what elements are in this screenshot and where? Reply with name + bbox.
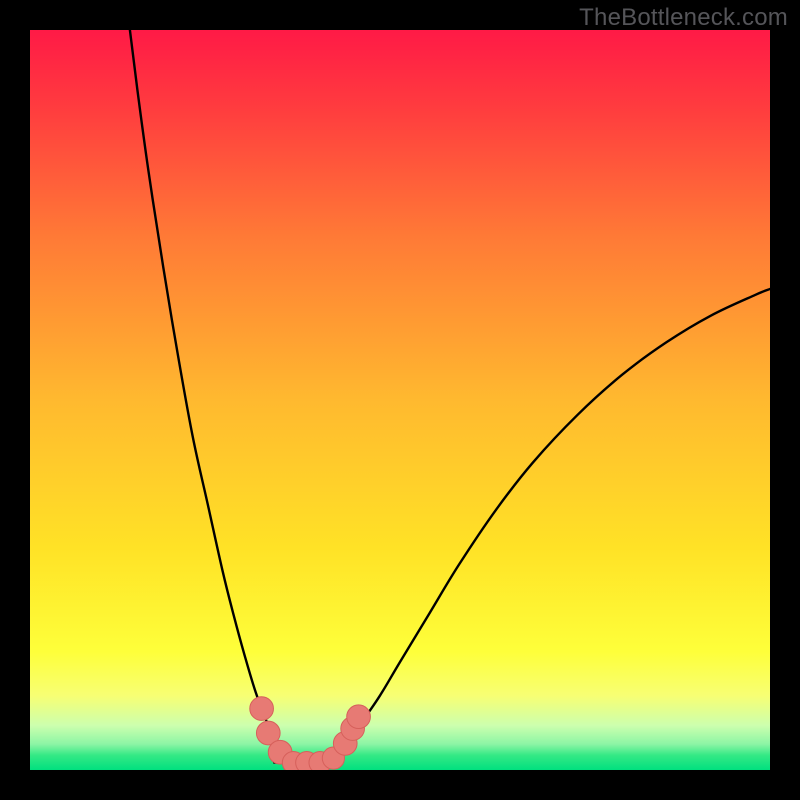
plot-area [30,30,770,770]
watermark-text: TheBottleneck.com [579,4,788,32]
bottleneck-curve-chart [30,30,770,770]
chart-frame: TheBottleneck.com [0,0,800,800]
marker-point [250,697,274,721]
marker-point [347,705,371,729]
gradient-background [30,30,770,770]
